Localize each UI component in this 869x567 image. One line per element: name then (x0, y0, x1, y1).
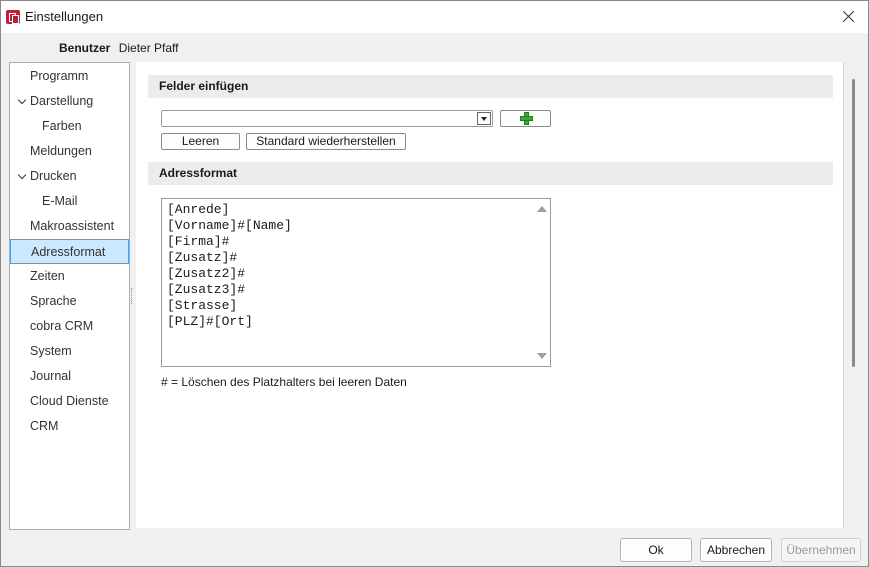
nav-item-label: Meldungen (30, 144, 92, 158)
nav-item-label: Zeiten (30, 269, 65, 283)
nav-item-label: cobra CRM (30, 319, 94, 333)
placeholder-hint: # = Löschen des Platzhalters bei leeren … (161, 375, 407, 389)
nav-item-label: Darstellung (30, 94, 94, 108)
fields-section-heading: Felder einfügen (148, 75, 833, 98)
add-field-button[interactable] (500, 110, 551, 127)
restore-default-button[interactable]: Standard wiederherstellen (246, 133, 406, 150)
plus-icon (520, 112, 533, 125)
window-title: Einstellungen (25, 9, 104, 24)
settings-nav-tree: Programm Darstellung Farben Meldungen Drucke… (9, 62, 130, 530)
nav-item-programm[interactable]: Programm (10, 64, 129, 89)
title-bar: Einstellungen (1, 1, 868, 33)
nav-item-journal[interactable]: Journal (10, 364, 129, 389)
apply-button[interactable]: Übernehmen (781, 538, 861, 562)
nav-item-drucken[interactable]: Drucken (10, 164, 129, 189)
address-format-line: [Strasse] (167, 298, 238, 313)
address-format-line: [Firma]# (167, 234, 230, 249)
nav-item-label: Sprache (30, 294, 77, 308)
nav-item-label: Programm (30, 69, 89, 83)
close-button[interactable] (838, 7, 858, 27)
nav-item-label: Cloud Dienste (30, 394, 109, 408)
address-format-line: [Zusatz2]# (167, 266, 246, 281)
nav-item-crm[interactable]: CRM (10, 414, 129, 439)
splitter-grip[interactable] (131, 288, 134, 304)
nav-item-darstellung[interactable]: Darstellung (10, 89, 129, 114)
address-format-line: [Zusatz]# (167, 250, 238, 265)
user-label: Benutzer (59, 41, 111, 55)
address-format-heading: Adressformat (148, 162, 833, 185)
user-name: Dieter Pfaff (118, 41, 179, 55)
nav-item-label: Journal (30, 369, 71, 383)
scroll-up-icon[interactable] (537, 206, 547, 212)
address-format-line: [PLZ]#[Ort] (167, 314, 253, 329)
address-format-textarea[interactable]: [Anrede] [Vorname]#[Name] [Firma]# [Zusatz]… (161, 198, 551, 367)
nav-item-makroassistent[interactable]: Makroassistent (10, 214, 129, 239)
nav-item-system[interactable]: System (10, 339, 129, 364)
field-select[interactable] (161, 110, 493, 127)
textarea-scrollbar[interactable] (533, 199, 550, 366)
app-icon (6, 10, 20, 24)
nav-item-meldungen[interactable]: Meldungen (10, 139, 129, 164)
nav-item-cobra-crm[interactable]: cobra CRM (10, 314, 129, 339)
content-scrollbar[interactable] (852, 79, 855, 367)
chevron-down-icon[interactable] (17, 89, 29, 114)
address-format-line: [Zusatz3]# (167, 282, 246, 297)
nav-item-farben[interactable]: Farben (10, 114, 129, 139)
scroll-down-icon[interactable] (537, 353, 547, 359)
content-border (843, 62, 844, 528)
ok-button[interactable]: Ok (620, 538, 692, 562)
address-format-line: [Vorname]#[Name] (167, 218, 292, 233)
chevron-down-icon[interactable] (477, 112, 491, 125)
nav-item-zeiten[interactable]: Zeiten (10, 264, 129, 289)
nav-item-label: System (30, 344, 72, 358)
nav-item-sprache[interactable]: Sprache (10, 289, 129, 314)
nav-item-e-mail[interactable]: E-Mail (10, 189, 129, 214)
nav-item-label: E-Mail (42, 194, 78, 208)
nav-item-label: Drucken (30, 169, 77, 183)
settings-window: Einstellungen Benutzer Dieter Pfaff Prog… (0, 0, 869, 567)
clear-button[interactable]: Leeren (161, 133, 240, 150)
nav-item-cloud-dienste[interactable]: Cloud Dienste (10, 389, 129, 414)
nav-item-label: Makroassistent (30, 219, 115, 233)
cancel-button[interactable]: Abbrechen (700, 538, 772, 562)
address-format-line: [Anrede] (167, 202, 230, 217)
nav-item-label: Adressformat (31, 245, 106, 259)
user-row: Benutzer Dieter Pfaff (59, 41, 179, 55)
nav-item-label: CRM (30, 419, 59, 433)
nav-item-adressformat[interactable]: Adressformat (10, 239, 129, 264)
content-panel: Felder einfügen Leeren Standard wiederhe… (136, 62, 843, 528)
chevron-down-icon[interactable] (17, 164, 29, 189)
nav-item-label: Farben (42, 119, 82, 133)
